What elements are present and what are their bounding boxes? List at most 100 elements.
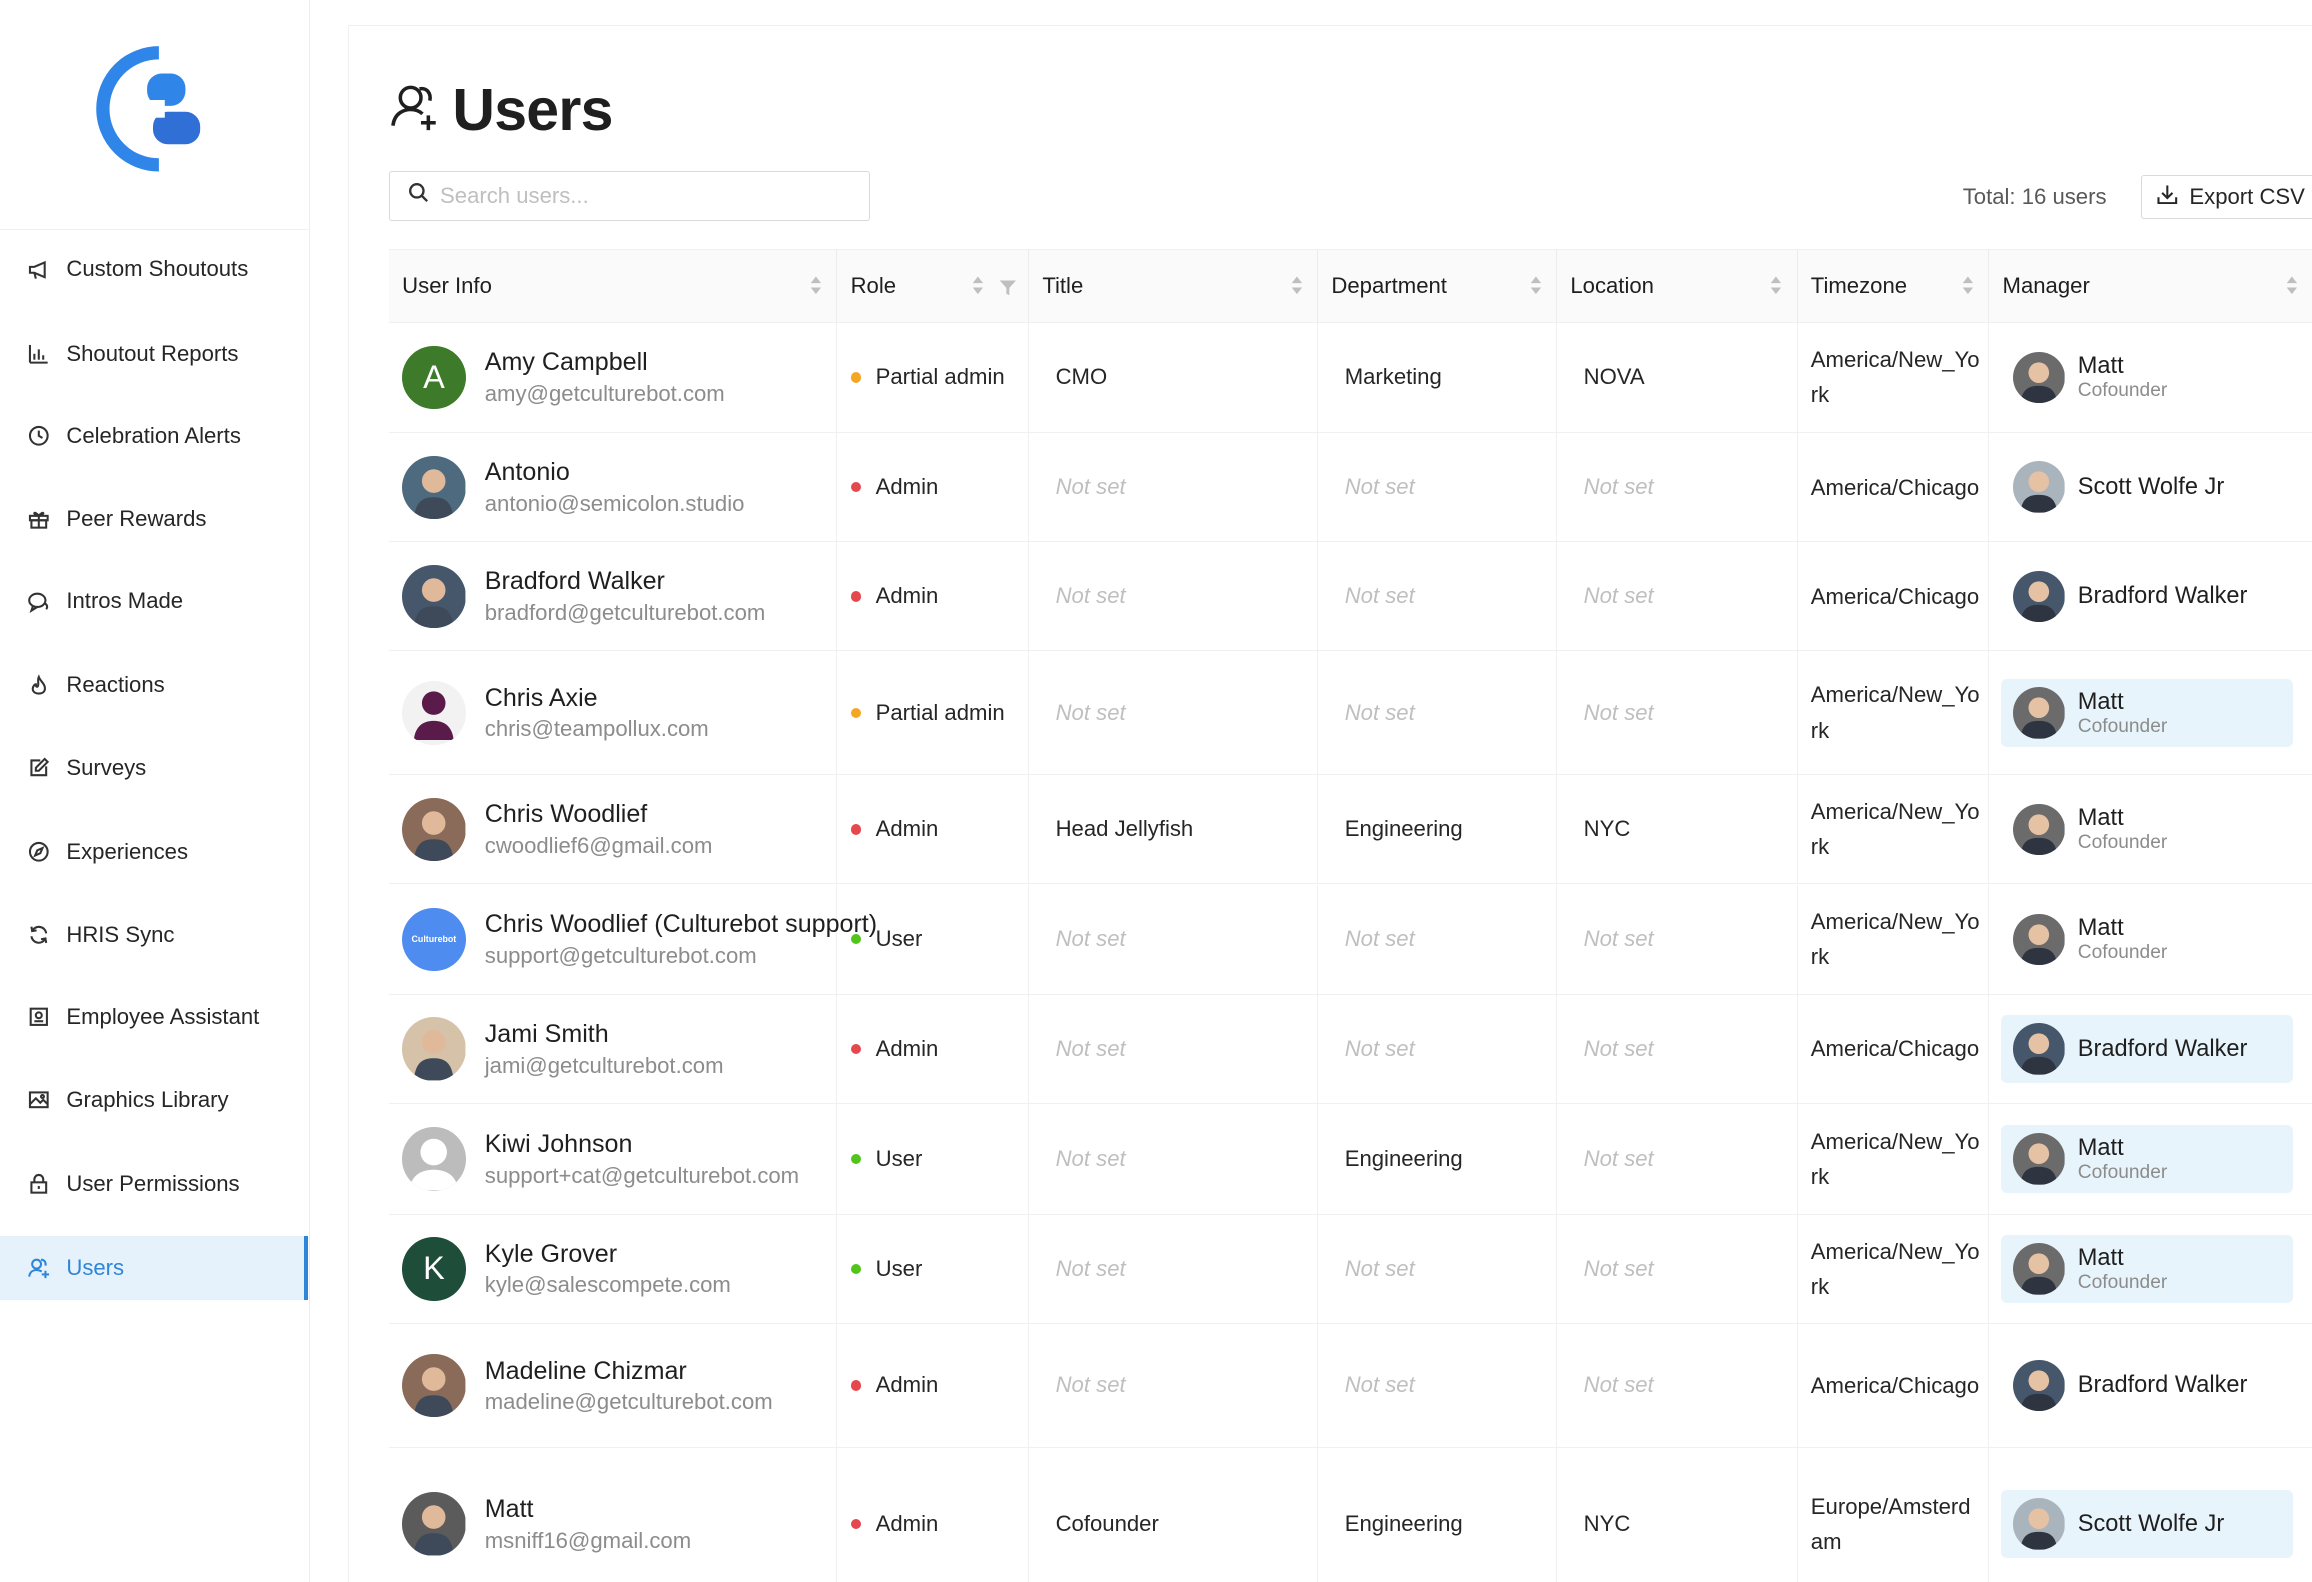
column-header-title[interactable]: Title [1029,249,1319,323]
timezone-cell: America/New_York [1798,322,1990,433]
role-status-dot [850,1380,861,1391]
user-name[interactable]: Madeline Chizmar [485,1355,773,1387]
column-header-location[interactable]: Location [1557,249,1798,323]
role-status-dot [850,1263,861,1275]
table-row[interactable]: K Kyle Grover kyle@salescompete.com User Not… [388,1214,2312,1325]
sidebar-item-employee-assistant[interactable]: Employee Assistant [0,985,308,1050]
user-name[interactable]: Bradford Walker [485,565,766,597]
title-value: Not set [1055,583,1126,609]
sidebar-item-experiences[interactable]: Experiences [0,820,308,885]
column-header-timezone[interactable]: Timezone [1798,249,1990,323]
sort-icon[interactable] [810,275,822,296]
role-cell: User [837,1104,1030,1214]
export-csv-label: Export CSV [2189,184,2305,210]
user-name[interactable]: Chris Woodlief (Culturebot support) [485,908,877,940]
manager-selector[interactable]: Matt Cofounder [2001,1235,2294,1303]
sort-icon[interactable] [1530,275,1542,296]
location-cell: Not set [1557,1324,1798,1447]
user-name[interactable]: Chris Axie [485,682,709,714]
manager-avatar [2012,351,2065,404]
sidebar-item-celebration-alerts[interactable]: Celebration Alerts [0,404,308,469]
sort-icon[interactable] [2286,275,2298,296]
manager-selector[interactable]: Matt Cofounder [2001,905,2293,973]
table-row[interactable]: Kiwi Johnson support+cat@getculturebot.co… [388,1104,2312,1215]
avatar: A [402,345,466,410]
title-cell: Head Jellyfish [1029,775,1319,884]
sidebar-item-shoutout-reports[interactable]: Shoutout Reports [0,321,308,386]
sidebar-item-users[interactable]: Users [0,1235,309,1301]
sort-icon[interactable] [972,275,984,296]
sort-icon[interactable] [1770,275,1782,296]
table-row[interactable]: Culturebot Chris Woodlief (Culturebot sup… [388,884,2312,996]
table-row[interactable]: Madeline Chizmar madeline@getculturebot.c… [388,1324,2312,1448]
timezone-value: America/New_York [1810,1128,1980,1190]
sidebar-item-reactions[interactable]: Reactions [0,653,308,718]
manager-avatar [2012,461,2065,514]
manager-avatar [2012,570,2065,623]
manager-selector[interactable]: Matt Cofounder [2001,795,2293,863]
user-name[interactable]: Chris Woodlief [485,798,713,830]
sidebar-item-label: Custom Shoutouts [66,256,249,282]
manager-selector[interactable]: Scott Wolfe Jr [2001,453,2293,521]
manager-selector[interactable]: Scott Wolfe Jr [2001,1490,2294,1559]
sort-icon[interactable] [1962,275,1974,296]
title-value: Not set [1055,1146,1126,1172]
avatar: K [402,1237,466,1301]
timezone-value: America/New_York [1810,799,1980,860]
edit-icon [27,756,51,780]
user-email: cwoodlief6@gmail.com [484,832,713,858]
location-cell: Not set [1557,1104,1798,1214]
column-header-user-info[interactable]: User Info [389,249,838,323]
sidebar-item-surveys[interactable]: Surveys [0,736,308,801]
user-name[interactable]: Jami Smith [485,1018,724,1050]
location-value: Not set [1583,583,1654,609]
manager-selector[interactable]: Matt Cofounder [2001,1125,2294,1194]
timezone-value: America/Chicago [1810,583,1980,609]
sidebar-item-hris-sync[interactable]: HRIS Sync [0,902,308,967]
table-row[interactable]: Chris Axie chris@teampollux.com Partial ad… [388,651,2312,776]
location-value: Not set [1583,1255,1654,1281]
sort-icon[interactable] [1291,275,1303,296]
user-name[interactable]: Kiwi Johnson [485,1128,799,1160]
gift-icon [27,507,51,531]
user-name[interactable]: Antonio [485,456,745,488]
table-row[interactable]: Chris Woodlief cwoodlief6@gmail.com Admin H… [388,775,2312,885]
user-name[interactable]: Kyle Grover [485,1238,731,1270]
user-email: madeline@getculturebot.com [484,1388,773,1414]
table-row[interactable]: A Amy Campbell amy@getculturebot.com Partia… [388,322,2312,434]
column-header-department[interactable]: Department [1318,249,1558,323]
column-header-manager[interactable]: Manager [1989,250,2312,322]
manager-selector[interactable]: Bradford Walker [2001,1015,2294,1084]
assistant-icon [27,1005,51,1029]
search-input[interactable] [440,182,839,209]
search-box[interactable] [388,170,870,221]
user-name[interactable]: Matt [485,1493,691,1525]
manager-title: Cofounder [2077,942,2168,964]
culturebot-logo[interactable] [94,41,206,177]
table-row[interactable]: Matt msniff16@gmail.com Admin Cofounder Engi… [389,1447,2312,1582]
table-row[interactable]: Bradford Walker bradford@getculturebot.co… [388,542,2312,652]
sidebar-item-custom-shoutouts[interactable]: Custom Shoutouts [0,237,308,302]
department-cell: Not set [1318,1214,1558,1324]
manager-selector[interactable]: Matt Cofounder [2001,678,2294,747]
column-header-role[interactable]: Role [837,249,1030,323]
manager-selector[interactable]: Bradford Walker [2001,1352,2293,1420]
role-cell: Partial admin [837,322,1030,433]
timezone-value: America/Chicago [1810,474,1980,500]
user-name[interactable]: Amy Campbell [485,346,725,378]
table-row[interactable]: Antonio antonio@semicolon.studio Admin Not … [388,433,2312,543]
title-cell: Not set [1029,1324,1319,1447]
sidebar-item-label: Employee Assistant [66,1004,260,1030]
manager-selector[interactable]: Matt Cofounder [2001,343,2293,411]
sidebar-item-user-permissions[interactable]: User Permissions [0,1152,308,1217]
sidebar-item-intros-made[interactable]: Intros Made [0,569,308,634]
timezone-value: America/Chicago [1810,1036,1980,1062]
timezone-cell: America/Chicago [1798,1324,1990,1447]
sidebar-item-peer-rewards[interactable]: Peer Rewards [0,486,308,551]
manager-selector[interactable]: Bradford Walker [2001,562,2293,630]
filter-icon[interactable] [999,276,1017,302]
role-cell: Admin [837,1447,1030,1582]
export-csv-button[interactable]: Export CSV [2141,175,2312,220]
table-row[interactable]: Jami Smith jami@getculturebot.com Admin Not… [388,995,2312,1105]
sidebar-item-graphics-library[interactable]: Graphics Library [0,1067,308,1132]
